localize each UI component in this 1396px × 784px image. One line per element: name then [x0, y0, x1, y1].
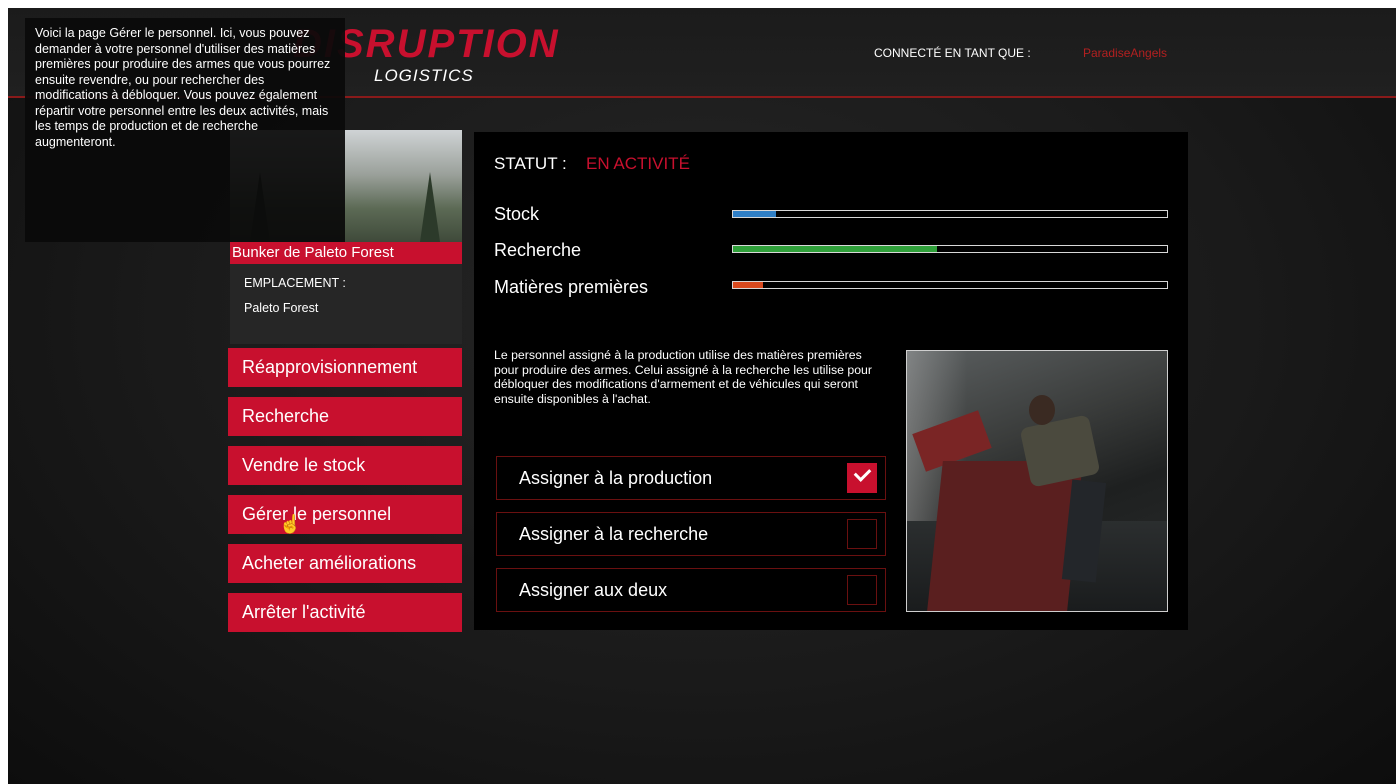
location-label: EMPLACEMENT :	[244, 276, 346, 290]
research-bar-fill	[733, 246, 937, 252]
hand-pointer-icon: ☝	[279, 514, 302, 534]
logo-logistics: LOGISTICS	[374, 66, 474, 85]
status-value: EN ACTIVITÉ	[586, 154, 690, 173]
assign-production-label: Assigner à la production	[519, 468, 713, 488]
assign-both-label: Assigner aux deux	[519, 580, 668, 600]
assign-research-checkbox[interactable]	[847, 519, 877, 549]
menu-stop-activity-button[interactable]: Arrêter l'activité	[228, 593, 462, 632]
menu-sell-stock-button[interactable]: Vendre le stock	[228, 446, 462, 485]
location-value: Paleto Forest	[244, 301, 319, 315]
research-bar	[732, 245, 1168, 253]
assign-production-checkbox[interactable]	[847, 463, 877, 493]
stock-bar-fill	[733, 211, 777, 217]
app-screen: DISRUPTION LOGISTICS CONNECTÉ EN TANT QU…	[8, 8, 1396, 784]
assign-research-option[interactable]: Assigner à la recherche	[496, 512, 886, 556]
photo-person-head	[1029, 395, 1055, 425]
help-tooltip: Voici la page Gérer le personnel. Ici, v…	[25, 18, 345, 242]
assign-both-checkbox[interactable]	[847, 575, 877, 605]
menu-research-button[interactable]: Recherche	[228, 397, 462, 436]
login-username: ParadiseAngels	[1083, 46, 1168, 60]
staff-description: Le personnel assigné à la production uti…	[494, 348, 872, 406]
assign-research-label: Assigner à la recherche	[519, 524, 709, 544]
stock-label: Stock	[494, 204, 540, 224]
photo-person-body	[1019, 414, 1101, 488]
checkmark-icon	[853, 464, 872, 482]
photo-machine	[927, 461, 1083, 611]
tree-shape	[420, 172, 440, 242]
supplies-label: Matières premières	[494, 277, 649, 297]
login-label: CONNECTÉ EN TANT QUE :	[874, 46, 1031, 60]
menu-manage-staff-button[interactable]: Gérer le personnel	[228, 495, 462, 534]
research-label: Recherche	[494, 240, 582, 260]
stock-bar	[732, 210, 1168, 218]
supplies-bar	[732, 281, 1168, 289]
status-label: STATUT :	[494, 154, 567, 173]
assign-production-option[interactable]: Assigner à la production	[496, 456, 886, 500]
staff-photo	[906, 350, 1168, 612]
menu-buy-upgrades-button[interactable]: Acheter améliorations	[228, 544, 462, 583]
supplies-bar-fill	[733, 282, 764, 288]
location-name: Bunker de Paleto Forest	[230, 242, 462, 264]
menu-restock-button[interactable]: Réapprovisionnement	[228, 348, 462, 387]
assign-both-option[interactable]: Assigner aux deux	[496, 568, 886, 612]
